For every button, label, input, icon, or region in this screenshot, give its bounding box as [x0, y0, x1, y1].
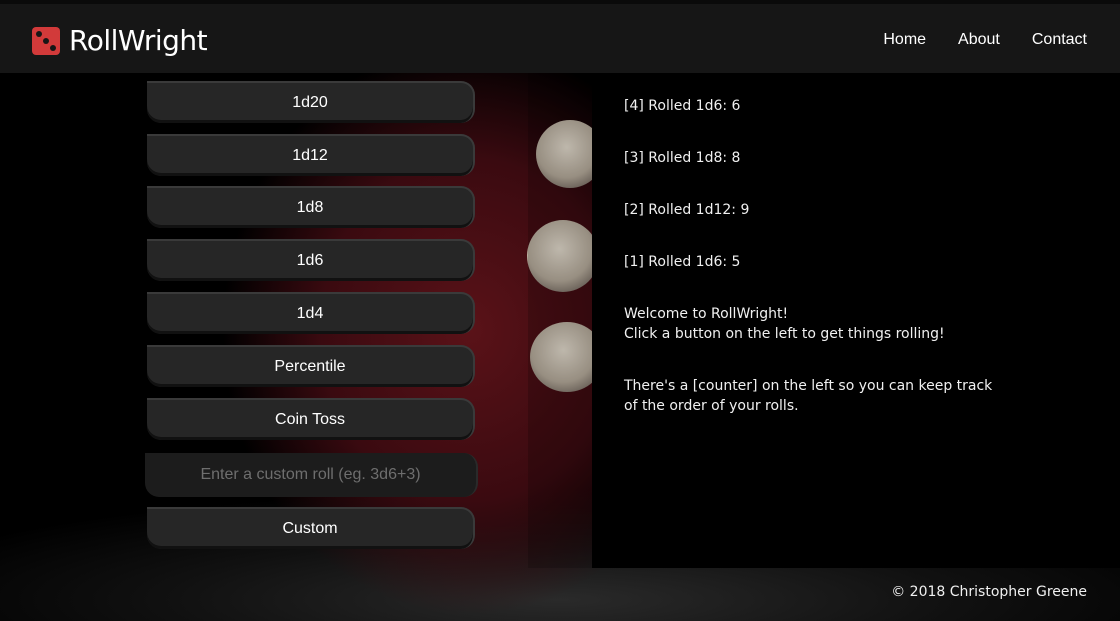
- roll-1d8-button[interactable]: 1d8: [147, 186, 475, 228]
- roll-log: [4] Rolled 1d6: 6 [3] Rolled 1d8: 8 [2] …: [624, 96, 1024, 448]
- custom-roll-button[interactable]: Custom: [147, 507, 475, 549]
- brand[interactable]: RollWright: [32, 24, 208, 57]
- counter-note-line1: There's a [counter] on the left so you c…: [624, 378, 993, 394]
- roll-1d6-button[interactable]: 1d6: [147, 239, 475, 281]
- roll-1d12-button[interactable]: 1d12: [147, 134, 475, 176]
- nav-home-link[interactable]: Home: [883, 31, 926, 49]
- welcome-message: Welcome to RollWright! Click a button on…: [624, 304, 1024, 344]
- footer-copyright: © 2018 Christopher Greene: [891, 584, 1087, 600]
- roll-buttons-panel: 1d20 1d12 1d8 1d6 1d4 Percentile Coin To…: [145, 73, 478, 568]
- log-entry: [4] Rolled 1d6: 6: [624, 98, 741, 114]
- log-entry: [3] Rolled 1d8: 8: [624, 150, 741, 166]
- counter-note: There's a [counter] on the left so you c…: [624, 376, 1024, 416]
- roll-1d4-button[interactable]: 1d4: [147, 292, 475, 334]
- custom-roll-input[interactable]: [145, 453, 478, 497]
- coin-toss-button[interactable]: Coin Toss: [147, 398, 475, 440]
- dice-logo-icon: [32, 26, 60, 55]
- counter-note-line2: of the order of your rolls.: [624, 398, 799, 414]
- brand-name: RollWright: [69, 24, 208, 57]
- nav-contact-link[interactable]: Contact: [1032, 31, 1087, 49]
- roll-1d20-button[interactable]: 1d20: [147, 81, 475, 123]
- log-entry: [2] Rolled 1d12: 9: [624, 202, 750, 218]
- log-entry: [1] Rolled 1d6: 5: [624, 254, 741, 270]
- top-navbar: RollWright Home About Contact: [0, 0, 1120, 73]
- main-nav: Home About Contact: [883, 31, 1087, 49]
- center-divider: [528, 73, 592, 568]
- roll-percentile-button[interactable]: Percentile: [147, 345, 475, 387]
- welcome-line: Welcome to RollWright!: [624, 306, 789, 322]
- nav-about-link[interactable]: About: [958, 31, 1000, 49]
- welcome-instruction: Click a button on the left to get things…: [624, 326, 945, 342]
